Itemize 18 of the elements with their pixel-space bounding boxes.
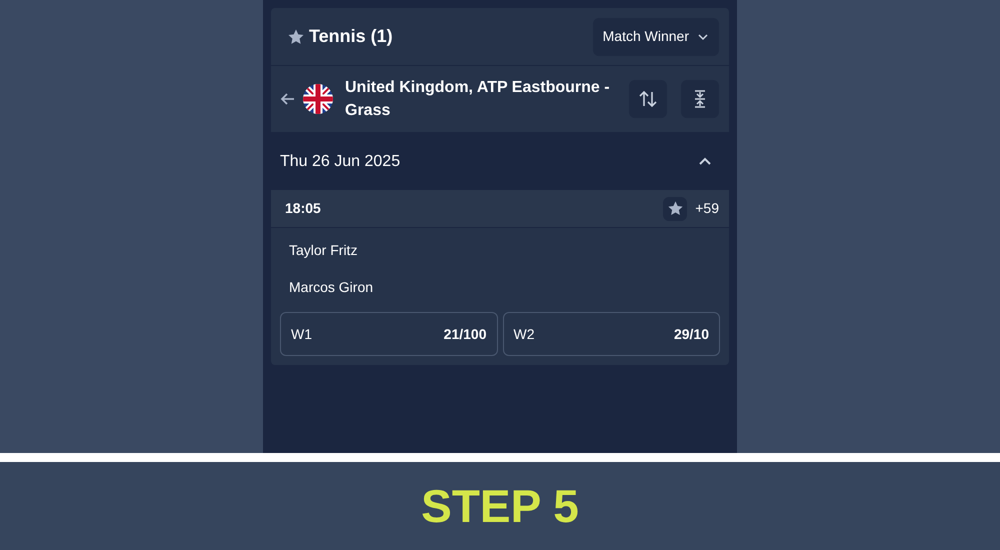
sort-button[interactable] [629, 80, 667, 118]
market-dropdown[interactable]: Match Winner [592, 18, 719, 56]
player-name: Taylor Fritz [289, 241, 358, 260]
sort-arrows-icon [638, 89, 658, 109]
match-time: 18:05 [285, 199, 321, 218]
collapse-button[interactable] [681, 80, 719, 118]
league-name: United Kingdom, ATP Eastbourne - Grass [345, 78, 611, 121]
odds-button[interactable]: W2 29/10 [502, 312, 720, 356]
step-banner-text: STEP 5 [421, 478, 579, 534]
uk-flag-icon [303, 84, 333, 114]
date-heading: Thu 26 Jun 2025 [280, 152, 400, 172]
star-icon [666, 200, 684, 217]
odds-button[interactable]: W1 21/100 [280, 312, 498, 356]
star-icon [287, 28, 305, 46]
favorite-button[interactable] [663, 196, 688, 220]
more-markets-count[interactable]: +59 [695, 198, 719, 219]
sport-title: Tennis (1) [309, 25, 393, 48]
player-name: Marcos Giron [289, 278, 374, 297]
